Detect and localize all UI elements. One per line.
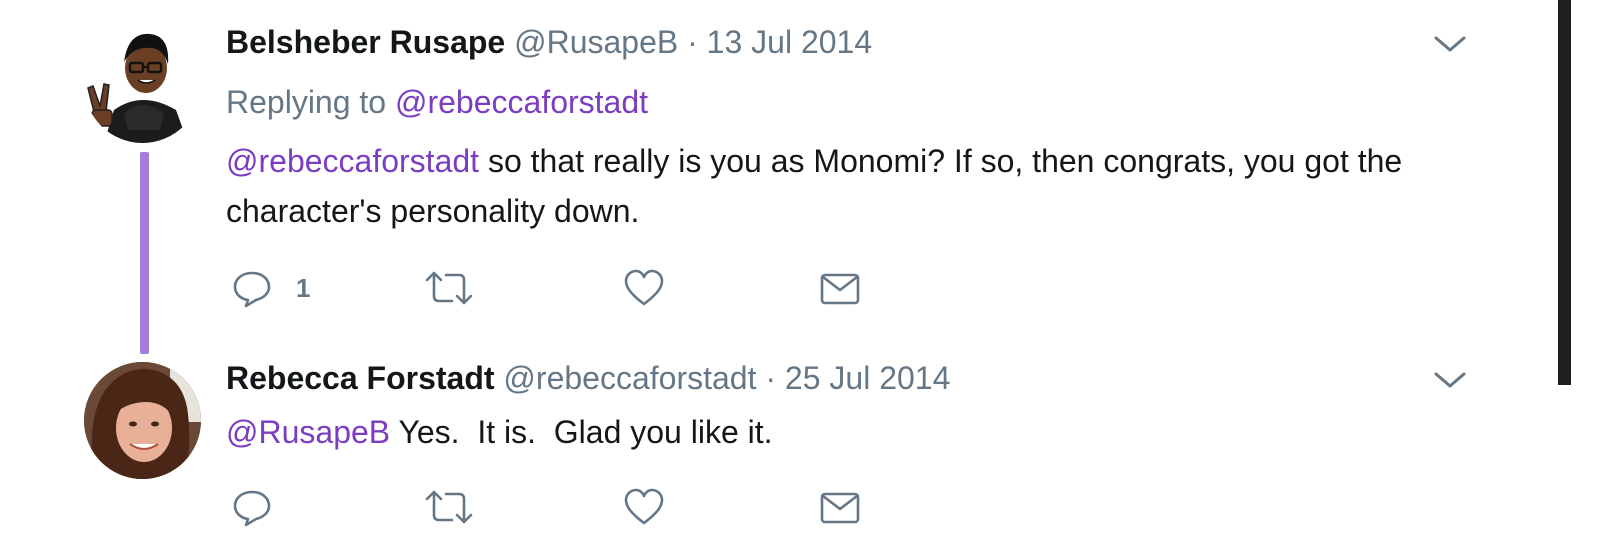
thread-connector-line (140, 152, 149, 354)
more-options-button[interactable] (1433, 34, 1467, 54)
tweet-actions (226, 487, 926, 527)
retweet-button[interactable] (424, 268, 474, 308)
cartoon-avatar-icon (84, 26, 201, 143)
direct-message-button[interactable] (820, 268, 860, 308)
tweet-text: @rebeccaforstadt so that really is you a… (226, 136, 1466, 236)
tweet-header: Belsheber Rusape @RusapeB · 13 Jul 2014 (226, 24, 872, 61)
envelope-icon (820, 273, 860, 305)
retweet-button[interactable] (424, 487, 474, 527)
tweet[interactable]: Rebecca Forstadt @rebeccaforstadt · 25 J… (0, 345, 1540, 559)
chevron-down-icon (1434, 36, 1466, 52)
heart-icon (624, 488, 664, 525)
reply-icon (233, 271, 271, 308)
tweet-date[interactable]: 13 Jul 2014 (707, 24, 872, 60)
display-name[interactable]: Rebecca Forstadt (226, 360, 495, 396)
mention-link[interactable]: @rebeccaforstadt (226, 143, 479, 179)
tweet-actions: 1 (226, 268, 926, 308)
display-name[interactable]: Belsheber Rusape (226, 24, 505, 60)
more-options-button[interactable] (1433, 370, 1467, 390)
separator: · (756, 360, 785, 396)
tweet-text: @RusapeB Yes. It is. Glad you like it. (226, 407, 1466, 457)
tweet-header: Rebecca Forstadt @rebeccaforstadt · 25 J… (226, 360, 950, 397)
reply-icon (233, 490, 271, 527)
retweet-icon (425, 271, 473, 305)
heart-icon (624, 269, 664, 306)
tweet[interactable]: Belsheber Rusape @RusapeB · 13 Jul 2014 … (0, 0, 1540, 354)
tweet-date[interactable]: 25 Jul 2014 (785, 360, 950, 396)
like-button[interactable] (624, 487, 664, 527)
reply-button[interactable]: 1 (232, 268, 310, 308)
photo-avatar-icon (84, 362, 201, 479)
retweet-icon (425, 490, 473, 524)
tweet-body-text: Yes. It is. Glad you like it. (390, 414, 773, 450)
envelope-icon (820, 492, 860, 524)
replying-to-line: Replying to @rebeccaforstadt (226, 84, 648, 121)
direct-message-button[interactable] (820, 487, 860, 527)
reply-count: 1 (296, 272, 311, 303)
handle[interactable]: @RusapeB (514, 24, 678, 60)
chevron-down-icon (1434, 372, 1466, 388)
reply-button[interactable] (232, 487, 296, 527)
separator: · (678, 24, 707, 60)
replying-to-mention[interactable]: @rebeccaforstadt (395, 84, 648, 120)
handle[interactable]: @rebeccaforstadt (503, 360, 756, 396)
scrollbar-thumb[interactable] (1558, 0, 1571, 385)
avatar[interactable] (84, 26, 201, 143)
like-button[interactable] (624, 268, 664, 308)
replying-to-label: Replying to (226, 84, 395, 120)
mention-link[interactable]: @RusapeB (226, 414, 390, 450)
avatar[interactable] (84, 362, 201, 479)
